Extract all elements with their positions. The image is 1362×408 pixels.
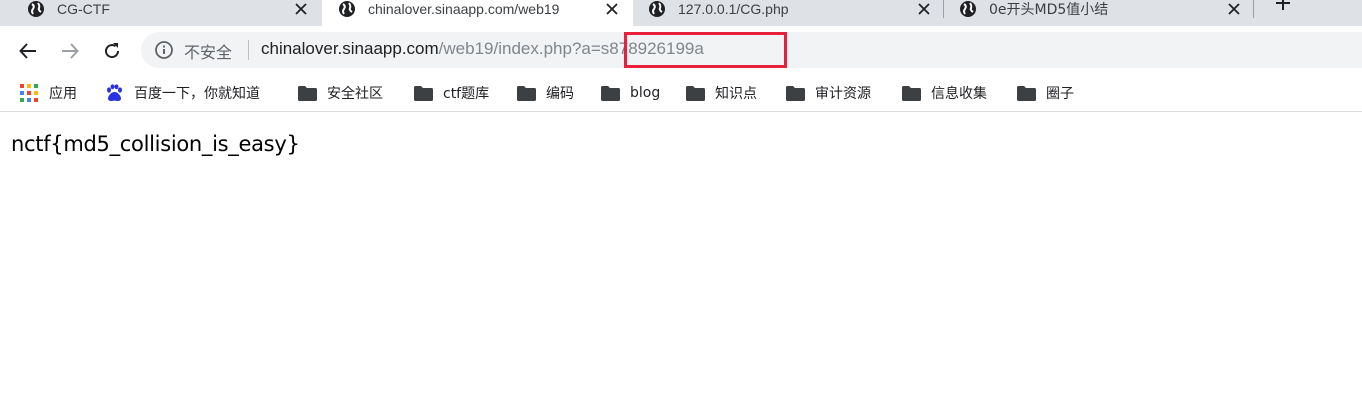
bookmark-folder-recon[interactable]: 信息收集: [901, 82, 987, 104]
back-button[interactable]: [16, 39, 40, 63]
close-tab-icon[interactable]: [915, 0, 933, 18]
bookmark-label: 百度一下，你就知道: [134, 86, 260, 102]
globe-icon: [649, 1, 665, 17]
folder-icon: [785, 84, 805, 102]
bookmark-apps[interactable]: 应用: [19, 82, 77, 104]
tab-title: 127.0.0.1/CG.php: [678, 1, 789, 17]
folder-icon: [1016, 84, 1036, 102]
navigation-toolbar: 不安全 chinalover.sinaapp.com/web19/index.p…: [0, 26, 1362, 76]
tab-md5-summary[interactable]: 0e开头MD5值小结: [944, 0, 1254, 26]
folder-icon: [413, 84, 433, 102]
url-path: /web19/index.php?: [438, 39, 582, 58]
highlight-annotation-box: [624, 32, 787, 68]
bookmark-label: blog: [630, 85, 661, 101]
omnibox-divider: [248, 40, 249, 60]
security-status-label[interactable]: 不安全: [184, 39, 232, 63]
tab-title: chinalover.sinaapp.com/web19: [368, 1, 560, 17]
bookmark-folder-blog[interactable]: blog: [600, 82, 660, 104]
tab-cg-ctf[interactable]: CG-CTF: [0, 0, 322, 26]
bookmark-folder-circle[interactable]: 圈子: [1016, 82, 1074, 104]
bookmarks-bar: 应用 百度一下，你就知道 安全社区 ctf题库 编码 blog 知识点 审计资源: [0, 76, 1362, 112]
bookmark-label: 信息收集: [931, 86, 987, 102]
reload-icon: [105, 43, 120, 59]
bookmark-label: 圈子: [1046, 86, 1074, 102]
apps-grid-icon: [19, 84, 39, 102]
page-content: nctf{md5_collision_is_easy}: [0, 113, 1362, 408]
globe-icon: [339, 1, 355, 17]
bookmark-folder-knowledge[interactable]: 知识点: [685, 82, 757, 104]
tab-separator: [943, 0, 944, 18]
address-bar[interactable]: 不安全 chinalover.sinaapp.com/web19/index.p…: [141, 32, 1362, 68]
close-tab-icon[interactable]: [603, 0, 621, 18]
bookmark-label: 编码: [546, 86, 574, 102]
tab-localhost-cg[interactable]: 127.0.0.1/CG.php: [634, 0, 944, 26]
globe-icon: [960, 1, 976, 17]
bookmark-baidu[interactable]: 百度一下，你就知道: [104, 82, 260, 104]
tab-separator: [1253, 0, 1254, 18]
url-host: chinalover.sinaapp.com: [261, 39, 439, 58]
tab-title: CG-CTF: [57, 1, 110, 17]
bookmark-label: ctf题库: [443, 86, 490, 102]
baidu-paw-icon: [104, 84, 124, 102]
folder-icon: [516, 84, 536, 102]
bookmark-folder-ctf[interactable]: ctf题库: [413, 82, 489, 104]
forward-button[interactable]: [58, 39, 82, 63]
close-tab-icon[interactable]: [292, 0, 310, 18]
bookmark-label: 安全社区: [327, 86, 383, 102]
folder-icon: [685, 84, 705, 102]
tab-title: 0e开头MD5值小结: [989, 2, 1109, 18]
tab-strip: CG-CTF chinalover.sinaapp.com/web19 127.…: [0, 0, 1362, 26]
close-tab-icon[interactable]: [1225, 0, 1243, 18]
bookmark-folder-audit[interactable]: 审计资源: [785, 82, 871, 104]
arrow-left-icon: [19, 43, 36, 59]
folder-icon: [600, 84, 620, 102]
folder-icon: [297, 84, 317, 102]
reload-button[interactable]: [100, 39, 124, 63]
tab-chinalover[interactable]: chinalover.sinaapp.com/web19: [322, 0, 633, 26]
info-icon[interactable]: [154, 40, 174, 60]
arrow-right-icon: [62, 43, 79, 59]
flag-text: nctf{md5_collision_is_easy}: [11, 132, 300, 156]
bookmark-folder-encoding[interactable]: 编码: [516, 82, 574, 104]
new-tab-button[interactable]: [1272, 0, 1294, 14]
bookmark-label: 应用: [49, 86, 77, 102]
bookmark-label: 审计资源: [815, 86, 871, 102]
bookmark-folder-security-community[interactable]: 安全社区: [297, 82, 383, 104]
bookmark-label: 知识点: [715, 86, 757, 102]
plus-icon: [1276, 0, 1290, 10]
folder-icon: [901, 84, 921, 102]
globe-icon: [28, 1, 44, 17]
